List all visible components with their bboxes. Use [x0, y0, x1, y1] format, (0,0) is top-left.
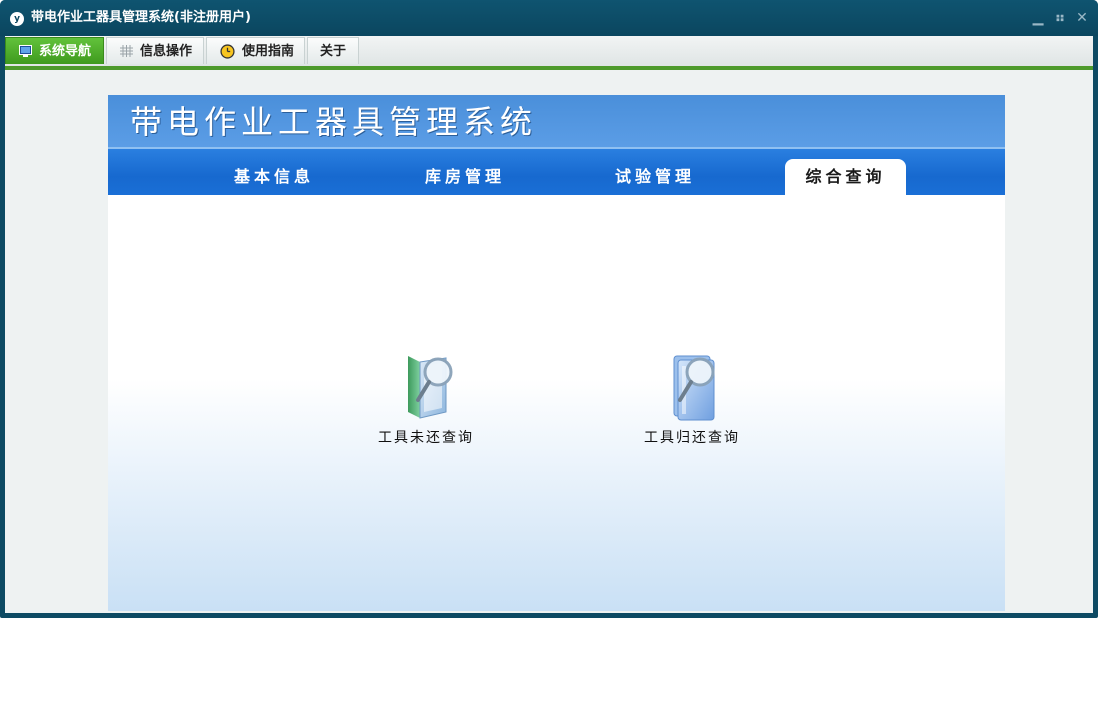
title-bar[interactable]: y 带电作业工器具管理系统(非注册用户) ▁ ⠶ ✕	[0, 0, 1098, 36]
card-label: 工具归还查询	[644, 430, 740, 446]
tab-label: 系统导航	[39, 44, 92, 59]
menu-bar: 系统导航 信息操作 使用指南 关于	[5, 36, 1093, 70]
nav-basic-info[interactable]: 基本信息	[234, 164, 314, 190]
tab-label: 信息操作	[140, 44, 193, 59]
nav-comprehensive-query[interactable]: 综合查询	[785, 159, 906, 195]
client-area: 系统导航 信息操作 使用指南 关于 带电作业工器具管理系统 基本信息 库房管理 …	[5, 36, 1093, 613]
card-tools-not-returned[interactable]: 工具未还查询	[356, 350, 496, 448]
monitor-icon	[19, 45, 32, 57]
restore-button[interactable]: ⠶	[1052, 9, 1068, 27]
book-search-icon	[408, 356, 453, 419]
module-nav: 基本信息 库房管理 试验管理 综合查询	[108, 147, 1005, 195]
window-title: 带电作业工器具管理系统(非注册用户)	[31, 10, 251, 25]
card-label: 工具未还查询	[378, 430, 474, 446]
nav-test-management[interactable]: 试验管理	[615, 164, 695, 190]
tab-label: 关于	[320, 44, 347, 59]
banner: 带电作业工器具管理系统	[108, 95, 1005, 147]
tab-user-guide[interactable]: 使用指南	[206, 37, 305, 64]
app-window: y 带电作业工器具管理系统(非注册用户) ▁ ⠶ ✕ 系统导航 信息操作 使用指…	[0, 0, 1098, 618]
grid-icon	[120, 45, 133, 57]
tab-system-navigation[interactable]: 系统导航	[5, 37, 104, 64]
tab-label: 使用指南	[242, 44, 295, 59]
app-logo-icon: y	[10, 12, 24, 26]
card-tools-returned[interactable]: 工具归还查询	[622, 350, 762, 448]
minimize-button[interactable]: ▁	[1030, 9, 1046, 27]
nav-warehouse-management[interactable]: 库房管理	[425, 164, 505, 190]
close-button[interactable]: ✕	[1074, 9, 1090, 27]
tab-about[interactable]: 关于	[307, 37, 359, 64]
folder-search-icon	[673, 355, 715, 421]
banner-title: 带电作业工器具管理系统	[130, 103, 538, 141]
tab-info-operations[interactable]: 信息操作	[106, 37, 204, 64]
main-panel: 带电作业工器具管理系统 基本信息 库房管理 试验管理 综合查询 工具未还查询 工…	[108, 95, 1005, 611]
clock-icon	[220, 44, 235, 59]
